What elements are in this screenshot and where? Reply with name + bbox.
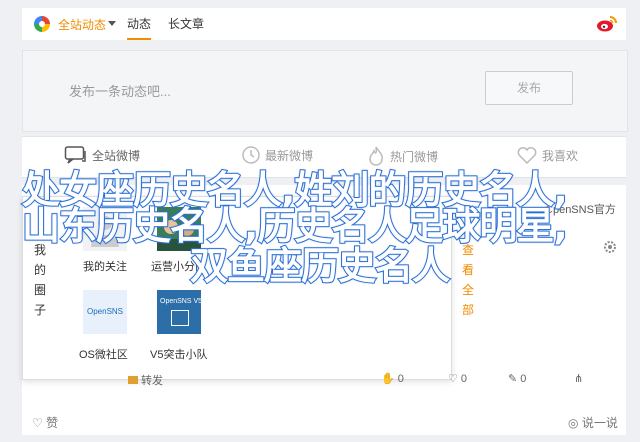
- heart-icon: [517, 147, 537, 165]
- overlay-line-2: 山东历史名人,历史名人足球明星,: [21, 204, 569, 248]
- speech-icon: ◎: [568, 416, 579, 430]
- filter-hot-label: 热门微博: [390, 149, 439, 164]
- tab-articles[interactable]: 长文章: [168, 16, 204, 32]
- repost-button[interactable]: 转发: [128, 372, 163, 388]
- comment-count[interactable]: ✎ 0: [508, 372, 527, 386]
- edit-icon: ✎: [508, 373, 518, 385]
- chat-icon: [64, 146, 86, 164]
- like-count-value: 0: [397, 372, 404, 385]
- settings-icon[interactable]: [603, 240, 617, 254]
- tab-active-underline: [127, 38, 152, 40]
- filter-hot-weibo[interactable]: 热门微博: [366, 145, 438, 167]
- tab-feed[interactable]: 动态: [127, 16, 152, 40]
- filter-all-label: 全站微博: [92, 148, 141, 163]
- like-button[interactable]: ♡ 赞: [32, 414, 58, 431]
- chevron-down-icon[interactable]: [108, 21, 116, 26]
- filter-likes-label: 我喜欢: [542, 148, 579, 163]
- filter-my-likes[interactable]: 我喜欢: [516, 145, 578, 165]
- publish-button[interactable]: 发布: [485, 71, 573, 105]
- thumb-icon: ✋: [381, 373, 395, 385]
- post-composer[interactable]: 发布一条动态吧... 发布: [22, 50, 628, 132]
- v5-squad-thumbnail[interactable]: OpenSNS V5: [157, 290, 203, 334]
- filter-latest-label: 最新微博: [265, 148, 314, 163]
- like-label: 赞: [46, 416, 59, 430]
- tab-feed-label: 动态: [127, 17, 152, 31]
- v5-logo-text: OpenSNS V5: [160, 298, 203, 305]
- clock-icon: [242, 146, 260, 164]
- filter-all-weibo[interactable]: 全站微博: [64, 145, 140, 165]
- fav-count-value: 0: [460, 372, 467, 385]
- weibo-icon[interactable]: [596, 13, 618, 33]
- fire-icon: [369, 146, 383, 166]
- global-feed-dropdown[interactable]: 全站动态: [58, 16, 106, 33]
- my-follows-label[interactable]: 我的关注: [83, 258, 127, 274]
- overlay-line-3: 双鱼座历史名人: [189, 244, 451, 288]
- share-icon: ⋔: [574, 373, 584, 385]
- like-count[interactable]: ✋ 0: [381, 372, 404, 386]
- composer-placeholder: 发布一条动态吧...: [69, 84, 171, 99]
- comment-label: 说一说: [581, 416, 618, 430]
- fav-count[interactable]: ♡ 0: [448, 372, 467, 386]
- comment-button[interactable]: ◎ 说一说: [568, 414, 618, 431]
- os-community-label[interactable]: OS微社区: [79, 346, 128, 362]
- site-logo-icon[interactable]: [34, 16, 50, 32]
- v5-squad-label[interactable]: V5突击小队: [150, 346, 207, 362]
- share-menu-button[interactable]: ⋔: [574, 372, 583, 385]
- my-circles-label: 我的圈子: [34, 243, 47, 317]
- heart-outline-icon: ♡: [32, 416, 43, 430]
- filter-latest-weibo[interactable]: 最新微博: [241, 145, 313, 165]
- comment-count-value: 0: [520, 372, 527, 385]
- repost-icon: [128, 376, 138, 384]
- repost-label: 转发: [141, 375, 163, 387]
- os-logo-text: OpenSNS: [87, 307, 124, 316]
- view-all-link[interactable]: 查看全部: [462, 240, 476, 320]
- fav-icon: ♡: [448, 373, 458, 385]
- v5-logo-frame: [171, 310, 189, 326]
- os-community-thumbnail[interactable]: OpenSNS: [83, 290, 127, 334]
